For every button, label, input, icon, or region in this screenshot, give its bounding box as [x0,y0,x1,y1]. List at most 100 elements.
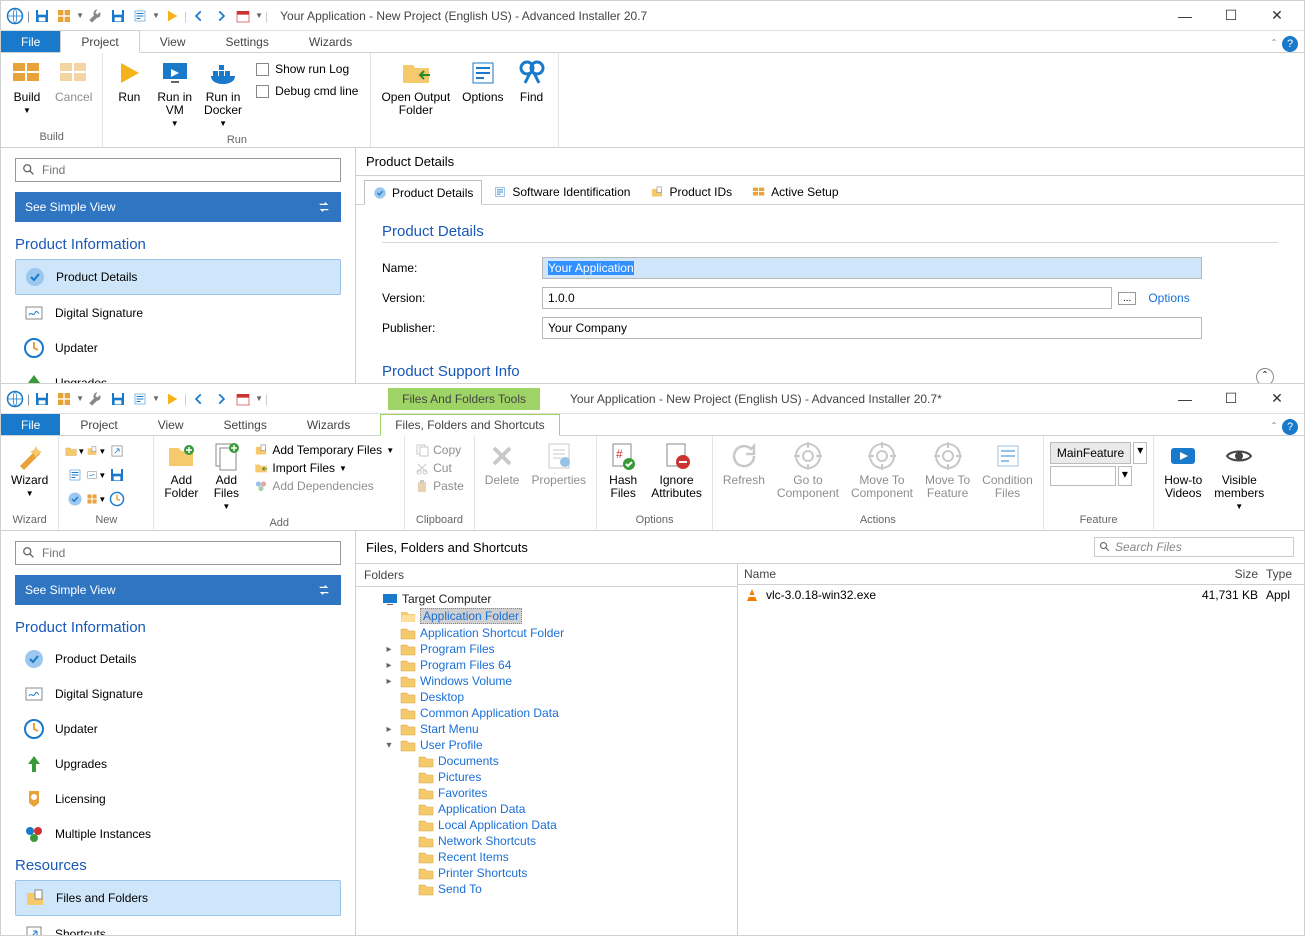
find-input[interactable] [15,158,341,182]
simple-view-button[interactable]: See Simple View [15,192,341,222]
name-field[interactable]: Your Application [542,257,1202,279]
minimize-button[interactable]: — [1162,384,1208,414]
nav-updater[interactable]: Updater [15,712,341,746]
collapse-ribbon-icon[interactable]: ˆ [1272,37,1276,51]
new-btn-icon[interactable]: ▼ [86,465,106,485]
minimize-button[interactable]: — [1162,1,1208,31]
new-btn-icon[interactable]: ▼ [65,441,85,461]
tree-item[interactable]: Favorites [360,785,733,801]
new-btn-icon[interactable]: ▼ [86,441,106,461]
hash-files-button[interactable]: Hash Files [603,438,643,502]
publisher-field[interactable]: Your Company [542,317,1202,339]
expand-icon[interactable]: ▸ [382,724,396,735]
expand-icon[interactable]: ▸ [382,644,396,655]
find-input[interactable] [15,541,341,565]
feature-dropdown-icon[interactable]: ▾ [1133,442,1147,464]
new-btn-icon[interactable] [107,489,127,509]
options-icon[interactable] [130,389,150,409]
calendar-icon[interactable] [233,389,253,409]
tab-product-details[interactable]: Product Details [364,180,482,205]
tree-item[interactable]: ▸ Windows Volume [360,673,733,689]
forward-icon[interactable] [211,6,231,26]
tab-software-id[interactable]: Software Identification [484,180,639,204]
nav-shortcuts[interactable]: Shortcuts [15,917,341,935]
close-button[interactable]: ✕ [1254,1,1300,31]
new-btn-icon[interactable] [65,489,85,509]
tree-item[interactable]: Common Application Data [360,705,733,721]
ignore-attrs-button[interactable]: Ignore Attributes [647,438,706,502]
tree-item[interactable]: Printer Shortcuts [360,865,733,881]
build-icon[interactable] [54,389,74,409]
folder-tree[interactable]: Target Computer Application Folder Appli… [356,587,737,935]
simple-view-button[interactable]: See Simple View [15,575,341,605]
version-field[interactable]: 1.0.0 [542,287,1112,309]
new-btn-icon[interactable] [65,465,85,485]
find-button[interactable]: Find [512,55,552,106]
nav-files-folders[interactable]: Files and Folders [15,880,341,916]
col-size[interactable]: Size [1178,567,1258,581]
col-name[interactable]: Name [744,567,1178,581]
expand-icon[interactable]: ▸ [382,676,396,687]
search-files-input[interactable]: Search Files [1094,537,1294,557]
tree-item[interactable]: Network Shortcuts [360,833,733,849]
visible-members-button[interactable]: Visible members▼ [1210,438,1268,515]
file-tab[interactable]: File [1,414,60,435]
show-run-log-checkbox[interactable]: Show run Log [250,59,364,79]
wrench-icon[interactable] [86,389,106,409]
nav-upgrades[interactable]: Upgrades [15,747,341,781]
nav-digital-signature[interactable]: Digital Signature [15,677,341,711]
tree-item[interactable]: Pictures [360,769,733,785]
tree-item[interactable]: ▾ User Profile [360,737,733,753]
save2-icon[interactable] [108,6,128,26]
expand-icon[interactable]: ▸ [382,660,396,671]
add-files-button[interactable]: Add Files▼ [206,438,246,515]
run-vm-button[interactable]: Run in VM▼ [153,55,196,132]
tree-item[interactable]: ▸ Start Menu [360,721,733,737]
settings-tab[interactable]: Settings [204,414,287,435]
debug-cmd-checkbox[interactable]: Debug cmd line [250,81,364,101]
back-icon[interactable] [189,6,209,26]
help-icon[interactable]: ? [1282,419,1298,435]
add-temp-button[interactable]: Add Temporary Files ▼ [250,442,398,458]
run-button[interactable]: Run [109,55,149,106]
build-button[interactable]: Build▼ [7,55,47,119]
tab-active-setup[interactable]: Active Setup [743,180,847,204]
howto-videos-button[interactable]: How-to Videos [1160,438,1206,502]
forward-icon[interactable] [211,389,231,409]
tree-item[interactable]: Documents [360,753,733,769]
feature-selector[interactable]: MainFeature [1050,442,1131,464]
view-tab[interactable]: View [138,414,204,435]
tab-product-ids[interactable]: Product IDs [641,180,741,204]
nav-licensing[interactable]: Licensing [15,782,341,816]
nav-updater[interactable]: Updater [15,331,341,365]
tree-item[interactable]: Application Folder [360,607,733,625]
run-docker-button[interactable]: Run in Docker▼ [200,55,246,132]
project-tab[interactable]: Project [60,414,137,435]
close-button[interactable]: ✕ [1254,384,1300,414]
nav-upgrades[interactable]: Upgrades [15,366,341,383]
nav-product-details[interactable]: Product Details [15,642,341,676]
collapse-ribbon-icon[interactable]: ˆ [1272,420,1276,434]
save-icon[interactable] [32,6,52,26]
feature-field[interactable] [1050,466,1116,486]
version-options-link[interactable]: Options [1148,291,1189,305]
new-btn-icon[interactable]: ▼ [86,489,106,509]
options-icon[interactable] [130,6,150,26]
open-output-button[interactable]: Open Output Folder [377,55,454,119]
build-icon[interactable] [54,6,74,26]
tree-item[interactable]: Application Shortcut Folder [360,625,733,641]
tree-item[interactable]: Target Computer [360,591,733,607]
file-row[interactable]: vlc-3.0.18-win32.exe 41,731 KB Appl [738,585,1304,605]
run-icon[interactable] [162,6,182,26]
add-folder-button[interactable]: Add Folder [160,438,202,502]
tree-item[interactable]: ▸ Program Files 64 [360,657,733,673]
tree-item[interactable]: ▸ Program Files [360,641,733,657]
calendar-icon[interactable] [233,6,253,26]
save2-icon[interactable] [108,389,128,409]
wizard-button[interactable]: Wizard▼ [7,438,52,502]
maximize-button[interactable]: ☐ [1208,384,1254,414]
settings-tab[interactable]: Settings [206,31,289,52]
tree-item[interactable]: Application Data [360,801,733,817]
nav-digital-signature[interactable]: Digital Signature [15,296,341,330]
col-type[interactable]: Type [1258,567,1298,581]
